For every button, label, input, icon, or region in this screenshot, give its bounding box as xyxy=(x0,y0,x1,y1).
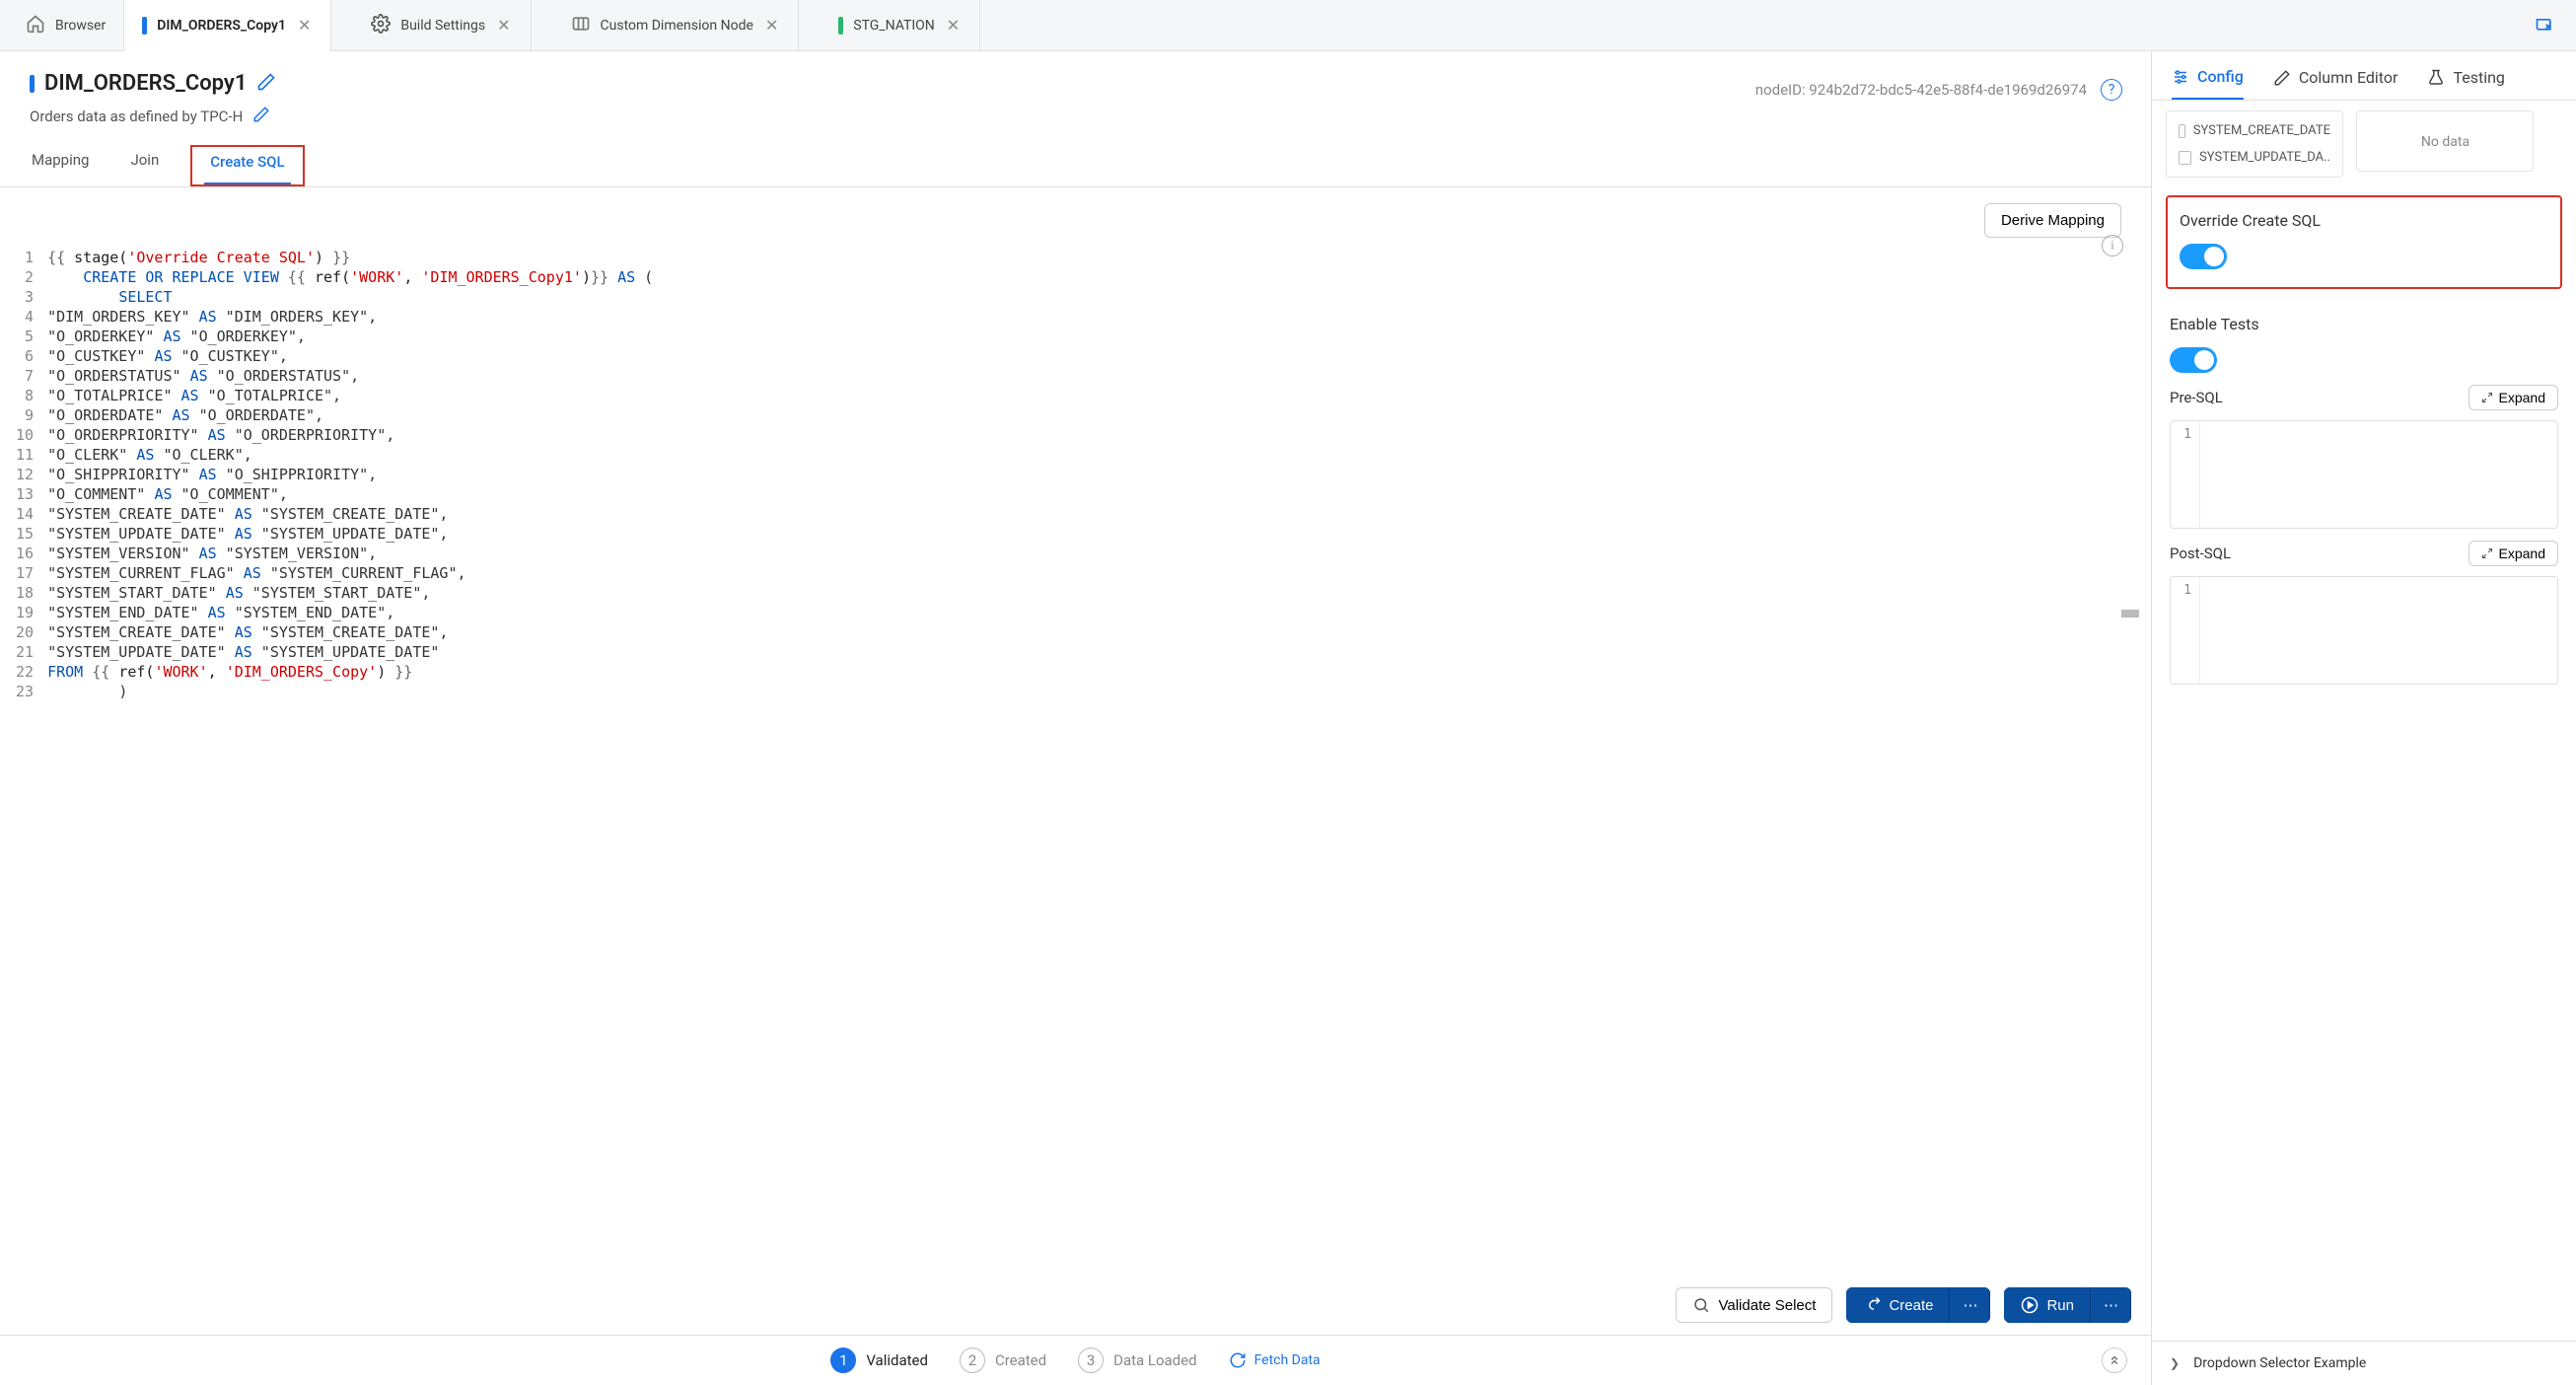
status-step-label: Data Loaded xyxy=(1113,1351,1196,1369)
rp-tab-config[interactable]: Config xyxy=(2172,67,2244,100)
expand-label: Expand xyxy=(2499,546,2545,561)
fetch-data-label: Fetch Data xyxy=(1254,1352,1321,1368)
create-more-button[interactable]: ⋯ xyxy=(1950,1287,1990,1323)
node-id-value: nodeID: 924b2d72-bdc5-42e5-88f4-de1969d2… xyxy=(1755,81,2087,99)
post-sql-expand-button[interactable]: Expand xyxy=(2469,541,2558,566)
tab-dim-orders-copy1[interactable]: DIM_ORDERS_Copy1 ✕ xyxy=(124,0,331,51)
right-panel: Config Column Editor Testing SYSTEM_ xyxy=(2152,51,2576,1385)
pre-sql-label: Pre-SQL xyxy=(2170,389,2223,406)
pre-sql-editor[interactable]: 1 xyxy=(2170,420,2558,529)
close-icon[interactable]: ✕ xyxy=(296,14,313,36)
home-icon xyxy=(26,14,45,37)
close-icon[interactable]: ✕ xyxy=(763,14,780,36)
derive-mapping-button[interactable]: Derive Mapping xyxy=(1984,203,2121,238)
tab-custom-dimension-node[interactable]: Custom Dimension Node ✕ xyxy=(532,0,800,51)
status-step-num: 1 xyxy=(830,1348,856,1373)
column-item[interactable]: SYSTEM_UPDATE_DA.. xyxy=(2167,144,2342,171)
rp-tab-label: Testing xyxy=(2453,68,2504,87)
tab-label: Build Settings xyxy=(400,18,485,34)
subtab-mapping[interactable]: Mapping xyxy=(26,145,95,186)
action-bar: Validate Select Create ⋯ Run ⋯ xyxy=(0,1276,2151,1335)
column-name: SYSTEM_UPDATE_DA.. xyxy=(2199,150,2330,165)
run-label: Run xyxy=(2046,1297,2074,1314)
status-step-num: 3 xyxy=(1078,1348,1104,1373)
expand-label: Expand xyxy=(2499,390,2545,405)
column-name: SYSTEM_CREATE_DATE xyxy=(2193,123,2330,138)
accordion-label: Dropdown Selector Example xyxy=(2193,1355,2366,1371)
run-more-button[interactable]: ⋯ xyxy=(2091,1287,2131,1323)
close-all-tabs-icon[interactable] xyxy=(2513,14,2576,37)
checkbox-icon[interactable] xyxy=(2179,124,2185,138)
enable-tests-section: Enable Tests xyxy=(2166,303,2562,373)
status-step-label: Created xyxy=(995,1351,1046,1369)
top-tab-bar: Browser DIM_ORDERS_Copy1 ✕ Build Setting… xyxy=(0,0,2576,51)
close-icon[interactable]: ✕ xyxy=(495,14,512,36)
validate-select-button[interactable]: Validate Select xyxy=(1676,1287,1832,1323)
run-button[interactable]: Run xyxy=(2004,1287,2091,1323)
node-id: nodeID: 924b2d72-bdc5-42e5-88f4-de1969d2… xyxy=(1755,79,2122,101)
column-list: SYSTEM_CREATE_DATE SYSTEM_UPDATE_DA.. xyxy=(2166,110,2343,178)
gear-icon xyxy=(371,14,391,37)
tab-label: STG_NATION xyxy=(853,18,934,34)
override-create-sql-section: Override Create SQL xyxy=(2166,195,2562,289)
edit-title-icon[interactable] xyxy=(256,72,276,96)
enable-tests-toggle[interactable] xyxy=(2170,347,2217,373)
override-label: Override Create SQL xyxy=(2180,211,2548,230)
editor-body[interactable]: {{ stage('Override Create SQL') }} CREAT… xyxy=(47,248,653,701)
rp-tab-testing[interactable]: Testing xyxy=(2427,67,2504,100)
tab-browser-label: Browser xyxy=(55,18,106,34)
code-editor[interactable]: 1234567891011121314151617181920212223 {{… xyxy=(10,248,2141,701)
override-toggle[interactable] xyxy=(2180,244,2227,269)
post-sql-editor[interactable]: 1 xyxy=(2170,576,2558,685)
help-icon[interactable]: ? xyxy=(2101,79,2122,101)
chevron-right-icon: ❯ xyxy=(2170,1356,2180,1370)
status-step-created: 2 Created xyxy=(960,1348,1046,1373)
tab-stg-nation[interactable]: STG_NATION ✕ xyxy=(799,0,980,51)
tab-build-settings[interactable]: Build Settings ✕ xyxy=(331,0,531,51)
status-step-data-loaded: 3 Data Loaded xyxy=(1078,1348,1196,1373)
create-label: Create xyxy=(1889,1297,1933,1314)
column-item[interactable]: SYSTEM_CREATE_DATE xyxy=(2167,117,2342,144)
validate-label: Validate Select xyxy=(1718,1297,1816,1314)
enable-tests-label: Enable Tests xyxy=(2170,315,2558,333)
status-step-validated: 1 Validated xyxy=(830,1348,928,1373)
highlight-box: Create SQL xyxy=(190,145,304,186)
post-sql-section: Post-SQL Expand 1 xyxy=(2166,529,2562,685)
status-step-label: Validated xyxy=(866,1351,928,1369)
page-subtitle: Orders data as defined by TPC-H xyxy=(30,108,243,125)
create-button[interactable]: Create xyxy=(1846,1287,1950,1323)
editor-gutter: 1234567891011121314151617181920212223 xyxy=(10,248,47,701)
status-step-num: 2 xyxy=(960,1348,985,1373)
collapse-up-icon[interactable] xyxy=(2102,1348,2127,1373)
bar-icon xyxy=(838,17,843,35)
accordion-dropdown-selector[interactable]: ❯ Dropdown Selector Example xyxy=(2152,1341,2576,1385)
post-sql-label: Post-SQL xyxy=(2170,545,2231,562)
pre-sql-section: Pre-SQL Expand 1 xyxy=(2166,373,2562,529)
subtab-create-sql[interactable]: Create SQL xyxy=(204,147,290,184)
tab-browser[interactable]: Browser xyxy=(8,0,124,51)
editor-area: Derive Mapping i 12345678910111213141516… xyxy=(0,187,2151,1276)
pre-sql-expand-button[interactable]: Expand xyxy=(2469,385,2558,410)
bar-icon xyxy=(142,17,147,35)
tab-label: Custom Dimension Node xyxy=(601,18,753,34)
no-data-box: No data xyxy=(2356,110,2534,172)
checkbox-icon[interactable] xyxy=(2179,151,2191,165)
status-bar: 1 Validated 2 Created 3 Data Loaded Fetc… xyxy=(0,1335,2151,1385)
rp-tab-label: Column Editor xyxy=(2299,68,2398,87)
close-icon[interactable]: ✕ xyxy=(945,14,962,36)
rp-tab-column-editor[interactable]: Column Editor xyxy=(2273,67,2398,100)
scroll-indicator xyxy=(2121,610,2139,618)
editor-subtabs: Mapping Join Create SQL xyxy=(0,127,2151,187)
bar-icon xyxy=(30,75,35,93)
create-button-group: Create ⋯ xyxy=(1846,1287,1990,1323)
run-button-group: Run ⋯ xyxy=(2004,1287,2131,1323)
node-icon xyxy=(571,14,591,37)
tab-label: DIM_ORDERS_Copy1 xyxy=(157,18,286,34)
right-panel-tabs: Config Column Editor Testing xyxy=(2152,51,2576,101)
fetch-data-link[interactable]: Fetch Data xyxy=(1229,1351,1321,1369)
page-title: DIM_ORDERS_Copy1 xyxy=(44,71,247,96)
rp-tab-label: Config xyxy=(2197,67,2244,86)
edit-subtitle-icon[interactable] xyxy=(252,106,270,127)
subtab-join[interactable]: Join xyxy=(124,145,165,186)
